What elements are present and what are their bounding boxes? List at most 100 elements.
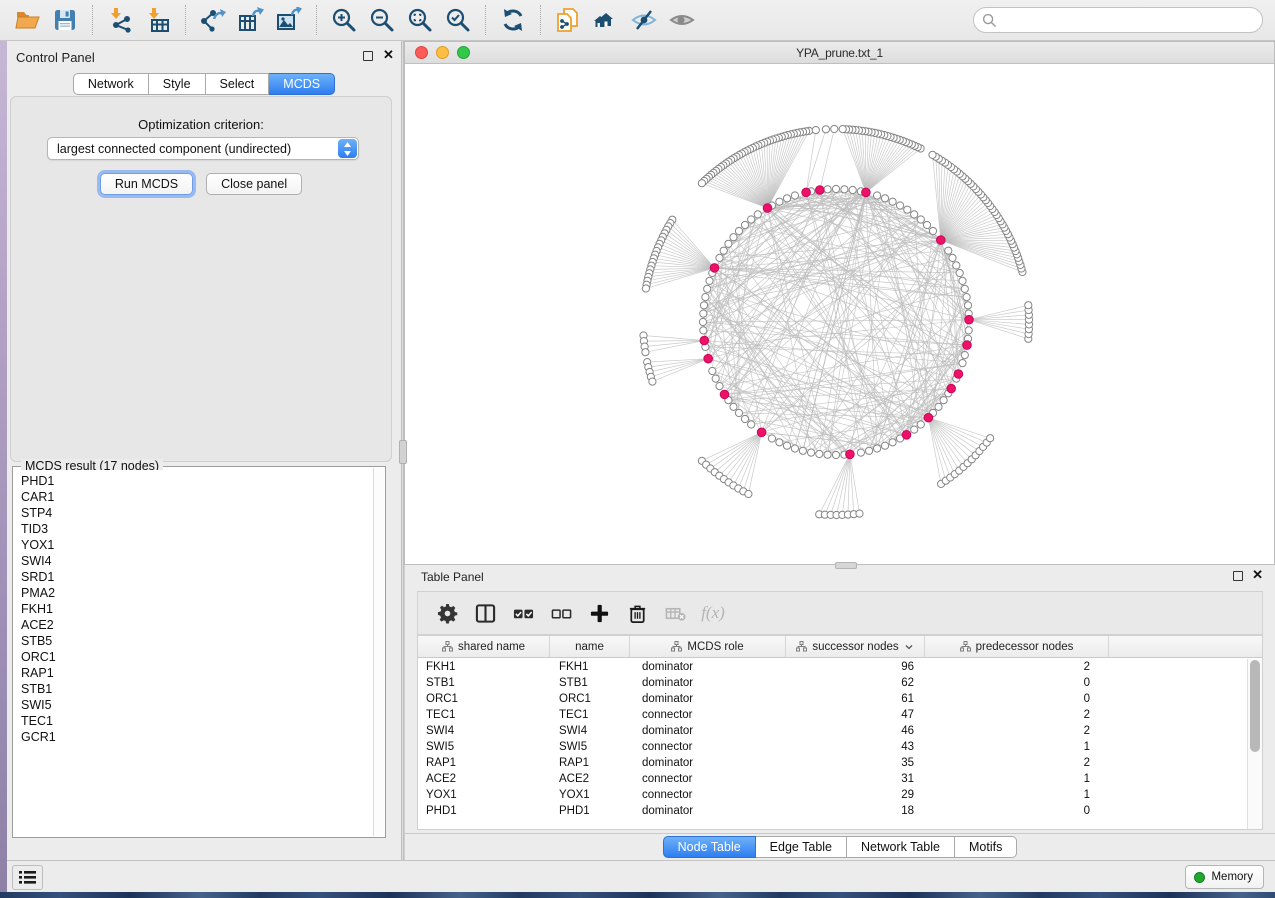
graph-node[interactable] xyxy=(961,285,968,292)
graph-node[interactable] xyxy=(832,451,839,458)
graph-dominator-node[interactable] xyxy=(710,264,719,273)
table-cell-predecessor_nodes[interactable]: 1 xyxy=(925,739,1109,755)
tab-style[interactable]: Style xyxy=(149,73,206,95)
first-neighbors-button[interactable] xyxy=(589,3,623,37)
graph-dominator-node[interactable] xyxy=(963,341,972,350)
graph-node[interactable] xyxy=(783,195,790,202)
table-cell-name[interactable]: YOX1 xyxy=(550,787,630,803)
show-column-button[interactable] xyxy=(470,598,500,628)
table-cell-successor_nodes[interactable]: 96 xyxy=(786,659,925,675)
zoom-fit-button[interactable] xyxy=(403,3,437,37)
graph-dominator-node[interactable] xyxy=(720,390,729,399)
column-header-MCDS-role[interactable]: MCDS role xyxy=(630,636,786,657)
add-column-button[interactable] xyxy=(584,598,614,628)
graph-leaf-node[interactable] xyxy=(929,151,936,158)
graph-node[interactable] xyxy=(700,310,707,317)
table-cell-predecessor_nodes[interactable]: 2 xyxy=(925,755,1109,771)
graph-node[interactable] xyxy=(911,426,918,433)
graph-node[interactable] xyxy=(700,302,707,309)
table-cell-shared_name[interactable]: STB1 xyxy=(418,675,550,691)
graph-leaf-node[interactable] xyxy=(812,127,819,134)
table-cell-mcds_role[interactable]: connector xyxy=(630,707,786,723)
table-cell-predecessor_nodes[interactable]: 2 xyxy=(925,707,1109,723)
graph-node[interactable] xyxy=(704,285,711,292)
select-all-button[interactable] xyxy=(508,598,538,628)
clone-network-button[interactable] xyxy=(551,3,585,37)
splitter-grip[interactable] xyxy=(399,440,407,464)
table-cell-mcds_role[interactable]: dominator xyxy=(630,803,786,819)
table-scrollbar-thumb[interactable] xyxy=(1250,660,1260,752)
table-cell-mcds_role[interactable]: connector xyxy=(630,787,786,803)
hide-selected-button[interactable] xyxy=(627,3,661,37)
float-table-panel-icon[interactable] xyxy=(1233,571,1243,581)
graph-node[interactable] xyxy=(808,449,815,456)
table-row[interactable]: RAP1RAP1dominator352 xyxy=(418,755,1247,771)
graph-node[interactable] xyxy=(961,352,968,359)
graph-node[interactable] xyxy=(712,375,719,382)
graph-node[interactable] xyxy=(897,202,904,209)
search-box[interactable] xyxy=(973,7,1263,33)
graph-node[interactable] xyxy=(889,198,896,205)
graph-dominator-node[interactable] xyxy=(924,413,933,422)
graph-node[interactable] xyxy=(720,247,727,254)
mcds-result-item[interactable]: TID3 xyxy=(21,521,373,537)
zoom-selected-button[interactable] xyxy=(441,3,475,37)
graph-node[interactable] xyxy=(725,240,732,247)
table-cell-mcds_role[interactable]: connector xyxy=(630,771,786,787)
graph-node[interactable] xyxy=(881,195,888,202)
graph-dominator-node[interactable] xyxy=(947,384,956,393)
graph-leaf-node[interactable] xyxy=(745,490,752,497)
graph-node[interactable] xyxy=(953,262,960,269)
mcds-result-item[interactable]: GCR1 xyxy=(21,729,373,745)
table-row[interactable]: FKH1FKH1dominator962 xyxy=(418,659,1247,675)
graph-leaf-node[interactable] xyxy=(822,126,829,133)
mcds-result-item[interactable]: FKH1 xyxy=(21,601,373,617)
graph-node[interactable] xyxy=(940,397,947,404)
graph-node[interactable] xyxy=(776,198,783,205)
graph-dominator-node[interactable] xyxy=(937,236,946,245)
tab-edge-table[interactable]: Edge Table xyxy=(756,836,847,858)
table-row[interactable]: ORC1ORC1dominator610 xyxy=(418,691,1247,707)
graph-node[interactable] xyxy=(964,302,971,309)
function-builder-button[interactable]: f(x) xyxy=(698,598,728,628)
tab-mcds[interactable]: MCDS xyxy=(269,73,335,95)
graph-node[interactable] xyxy=(816,450,823,457)
search-input[interactable] xyxy=(1002,10,1254,30)
graph-node[interactable] xyxy=(702,294,709,301)
graph-dominator-node[interactable] xyxy=(802,188,811,197)
graph-dominator-node[interactable] xyxy=(965,315,974,324)
graph-dominator-node[interactable] xyxy=(704,354,713,363)
graph-leaf-node[interactable] xyxy=(642,349,649,356)
graph-leaf-node[interactable] xyxy=(987,435,994,442)
graph-node[interactable] xyxy=(857,449,864,456)
table-row[interactable]: STB1STB1dominator620 xyxy=(418,675,1247,691)
graph-node[interactable] xyxy=(841,186,848,193)
graph-node[interactable] xyxy=(706,277,713,284)
table-cell-name[interactable]: FKH1 xyxy=(550,659,630,675)
mcds-result-item[interactable]: PMA2 xyxy=(21,585,373,601)
graph-dominator-node[interactable] xyxy=(902,431,911,440)
table-cell-name[interactable]: ORC1 xyxy=(550,691,630,707)
table-row[interactable]: SWI4SWI4dominator462 xyxy=(418,723,1247,739)
zoom-out-button[interactable] xyxy=(365,3,399,37)
table-cell-mcds_role[interactable]: dominator xyxy=(630,659,786,675)
table-cell-mcds_role[interactable]: dominator xyxy=(630,723,786,739)
column-header-name[interactable]: name xyxy=(550,636,630,657)
delete-table-button[interactable] xyxy=(660,598,690,628)
mcds-result-item[interactable]: CAR1 xyxy=(21,489,373,505)
graph-dominator-node[interactable] xyxy=(816,186,825,195)
graph-node[interactable] xyxy=(929,227,936,234)
graph-node[interactable] xyxy=(874,445,881,452)
graph-node[interactable] xyxy=(945,247,952,254)
table-cell-predecessor_nodes[interactable]: 2 xyxy=(925,723,1109,739)
graph-dominator-node[interactable] xyxy=(763,204,772,213)
graph-dominator-node[interactable] xyxy=(862,188,871,197)
table-cell-predecessor_nodes[interactable]: 1 xyxy=(925,787,1109,803)
mcds-result-scrollbar[interactable] xyxy=(373,468,384,836)
graph-node[interactable] xyxy=(730,403,737,410)
table-cell-successor_nodes[interactable]: 35 xyxy=(786,755,925,771)
graph-node[interactable] xyxy=(917,421,924,428)
graph-node[interactable] xyxy=(754,211,761,218)
table-cell-shared_name[interactable]: PHD1 xyxy=(418,803,550,819)
graph-dominator-node[interactable] xyxy=(757,428,766,437)
